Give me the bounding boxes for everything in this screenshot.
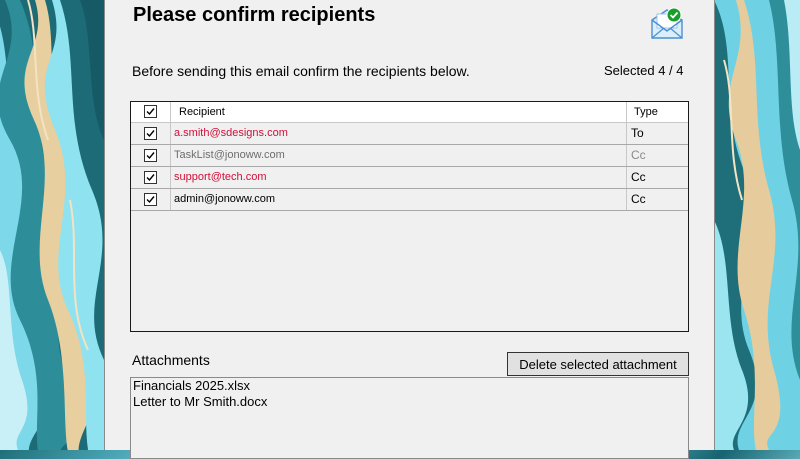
instructions-text: Before sending this email confirm the re… (132, 63, 470, 79)
selected-count: Selected 4 / 4 (604, 63, 684, 78)
recipient-row[interactable]: admin@jonoww.com Cc (131, 189, 688, 211)
recipient-row[interactable]: TaskList@jonoww.com Cc (131, 145, 688, 167)
recipient-type[interactable]: To (627, 123, 688, 144)
recipient-type[interactable]: Cc (627, 189, 688, 210)
recipient-checkbox[interactable] (144, 149, 157, 162)
marble-background-right (714, 0, 800, 450)
header-type[interactable]: Type (627, 102, 688, 122)
recipient-email[interactable]: admin@jonoww.com (171, 189, 627, 210)
attachment-item[interactable]: Financials 2025.xlsx (131, 378, 688, 394)
mail-check-icon (650, 6, 684, 40)
attachments-label: Attachments (132, 352, 210, 368)
attachments-list[interactable]: Financials 2025.xlsx Letter to Mr Smith.… (130, 377, 689, 459)
checkmark-icon (146, 108, 155, 116)
recipient-type[interactable]: Cc (627, 145, 688, 166)
recipient-checkbox[interactable] (144, 127, 157, 140)
grid-header: Recipient Type (131, 102, 688, 123)
marble-background-left (0, 0, 104, 450)
recipient-email[interactable]: a.smith@sdesigns.com (171, 123, 627, 144)
recipient-email[interactable]: support@tech.com (171, 167, 627, 188)
confirm-recipients-dialog: Please confirm recipients Before sending… (104, 0, 715, 459)
header-recipient[interactable]: Recipient (171, 102, 627, 122)
recipients-grid: Recipient Type a.smith@sdesigns.com To T… (130, 101, 689, 332)
recipient-type[interactable]: Cc (627, 167, 688, 188)
select-all-checkbox[interactable] (144, 105, 157, 118)
recipient-checkbox[interactable] (144, 171, 157, 184)
recipient-row[interactable]: a.smith@sdesigns.com To (131, 123, 688, 145)
header-check-cell[interactable] (131, 102, 171, 122)
recipient-row[interactable]: support@tech.com Cc (131, 167, 688, 189)
checkmark-icon (146, 152, 155, 160)
checkmark-icon (146, 196, 155, 204)
recipient-email[interactable]: TaskList@jonoww.com (171, 145, 627, 166)
dialog-title: Please confirm recipients (133, 4, 376, 26)
attachment-item[interactable]: Letter to Mr Smith.docx (131, 394, 688, 410)
recipient-checkbox[interactable] (144, 193, 157, 206)
delete-attachment-button[interactable]: Delete selected attachment (507, 352, 689, 376)
checkmark-icon (146, 174, 155, 182)
checkmark-icon (146, 130, 155, 138)
